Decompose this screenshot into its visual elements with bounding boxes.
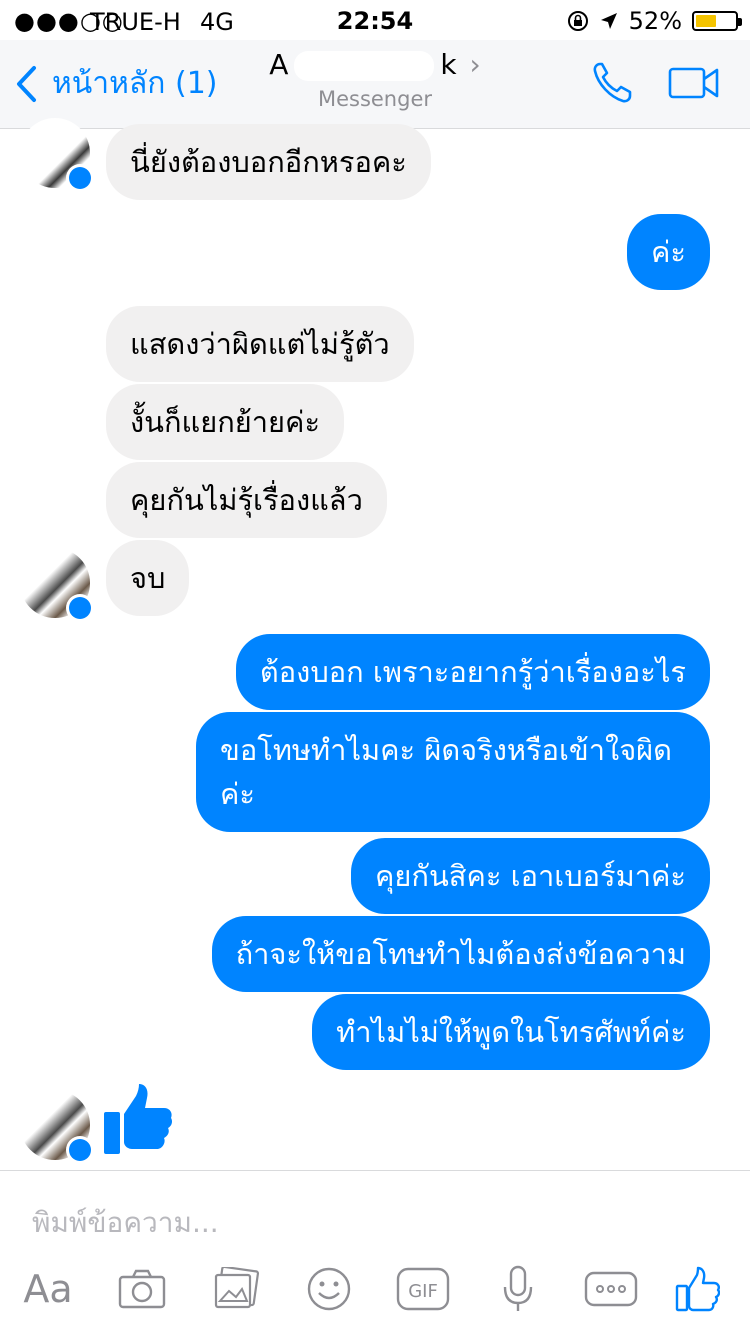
message-bubble-outgoing[interactable]: ต้องบอก เพราะอยากรู้ว่าเรื่องอะไร bbox=[235, 634, 710, 710]
video-camera-icon[interactable] bbox=[668, 60, 720, 106]
microphone-icon[interactable] bbox=[496, 1259, 540, 1319]
back-button[interactable]: หน้าหลัก (1) bbox=[14, 60, 217, 107]
location-arrow-icon bbox=[600, 13, 617, 29]
contact-avatar[interactable] bbox=[20, 1090, 94, 1164]
more-icon[interactable] bbox=[584, 1259, 638, 1319]
contact-avatar[interactable] bbox=[20, 118, 94, 192]
messenger-badge-icon bbox=[66, 1136, 94, 1164]
message-bubble-incoming[interactable]: นี่ยังต้องบอกอีกหรอคะ bbox=[106, 124, 431, 200]
emoji-icon[interactable] bbox=[304, 1259, 354, 1319]
back-label: หน้าหลัก (1) bbox=[52, 66, 218, 101]
message-bubble-incoming[interactable]: แสดงว่าผิดแต่ไม่รู้ตัว bbox=[106, 306, 414, 382]
messenger-badge-icon bbox=[66, 164, 94, 192]
message-bubble-incoming[interactable]: จบ bbox=[106, 540, 190, 616]
message-bubble-outgoing[interactable]: ทำไมไม่ให้พูดในโทรศัพท์ค่ะ bbox=[312, 994, 710, 1070]
chevron-left-icon bbox=[17, 65, 36, 102]
message-input[interactable]: พิมพ์ข้อความ... bbox=[32, 1201, 219, 1245]
message-bubble-outgoing[interactable]: ถ้าจะให้ขอโทษทำไมต้องส่งข้อความ bbox=[211, 916, 710, 992]
status-bar: ●●●○○ TRUE-H 4G 22:54 52% bbox=[0, 0, 750, 40]
contact-name-start: A bbox=[269, 48, 289, 81]
contact-avatar[interactable] bbox=[20, 548, 94, 622]
aa-label: Aa bbox=[23, 1267, 73, 1311]
like-icon[interactable] bbox=[672, 1259, 722, 1319]
redaction-mask bbox=[294, 51, 435, 81]
message-bubble-incoming[interactable]: คุยกันไม่รุ้เรื่องแล้ว bbox=[106, 462, 387, 538]
camera-icon[interactable] bbox=[114, 1259, 170, 1319]
message-composer: พิมพ์ข้อความ... Aa GIF bbox=[0, 1170, 750, 1335]
contact-title[interactable]: Ak › Messenger bbox=[230, 48, 520, 111]
phone-icon[interactable] bbox=[590, 60, 634, 106]
rotation-lock-icon bbox=[567, 11, 588, 31]
contact-subtitle: Messenger bbox=[317, 87, 433, 111]
message-bubble-outgoing[interactable]: ค่ะ bbox=[627, 214, 710, 290]
text-format-icon[interactable]: Aa bbox=[18, 1259, 78, 1319]
message-bubble-incoming[interactable]: งั้นก็แยกย้ายค่ะ bbox=[106, 384, 345, 460]
status-right: 52% bbox=[567, 7, 742, 35]
like-sticker-icon[interactable] bbox=[102, 1082, 174, 1156]
message-bubble-outgoing[interactable]: คุยกันสิคะ เอาเบอร์มาค่ะ bbox=[351, 838, 710, 914]
message-bubble-outgoing[interactable]: ขอโทษทำไมคะ ผิดจริงหรือเข้าใจผิดค่ะ bbox=[196, 712, 710, 832]
chat-header: หน้าหลัก (1) Ak › Messenger bbox=[0, 40, 750, 129]
gif-label: GIF bbox=[408, 1281, 438, 1302]
gif-icon[interactable]: GIF bbox=[396, 1259, 450, 1319]
chevron-right-icon: › bbox=[469, 48, 481, 81]
header-actions bbox=[590, 60, 720, 106]
contact-name-end: k bbox=[440, 48, 457, 81]
battery-percent: 52% bbox=[628, 7, 682, 35]
battery-icon bbox=[692, 11, 742, 31]
messenger-badge-icon bbox=[66, 594, 94, 622]
composer-toolbar: Aa GIF bbox=[0, 1259, 750, 1329]
photo-icon[interactable] bbox=[210, 1259, 262, 1319]
